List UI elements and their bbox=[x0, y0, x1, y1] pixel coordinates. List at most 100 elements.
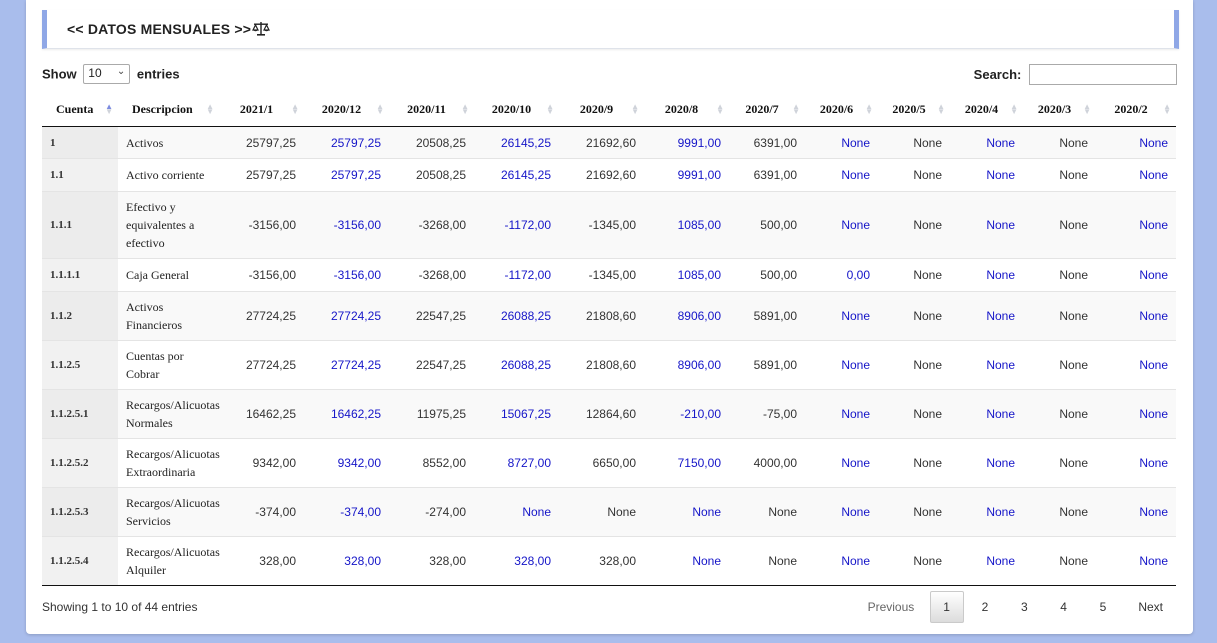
cell-value: 27724,25 bbox=[219, 340, 304, 390]
entries-length-select[interactable]: 10 ⌄ bbox=[83, 64, 131, 84]
cell-value: 22547,25 bbox=[389, 340, 474, 390]
column-header-month[interactable]: 2020/4 ▲ ▼ bbox=[950, 92, 1023, 127]
cell-value: -1345,00 bbox=[559, 258, 644, 292]
cell-value: None bbox=[878, 389, 950, 439]
cell-value: 16462,25 bbox=[219, 389, 304, 439]
cell-value: 27724,25 bbox=[219, 291, 304, 341]
main-card: << DATOS MENSUALES >> Show 10 ⌄ entries … bbox=[26, 0, 1193, 634]
cell-value: 9342,00 bbox=[304, 438, 389, 488]
cell-value: 5891,00 bbox=[729, 340, 805, 390]
page-button-4[interactable]: 4 bbox=[1046, 592, 1082, 622]
cell-value: -3156,00 bbox=[219, 191, 304, 259]
cell-value: None bbox=[1023, 340, 1096, 390]
column-header-month[interactable]: 2020/6 ▲ ▼ bbox=[805, 92, 878, 127]
cell-value: 9342,00 bbox=[219, 438, 304, 488]
sort-icon: ▲ ▼ bbox=[376, 102, 384, 116]
page-button-1[interactable]: 1 bbox=[929, 591, 964, 623]
cell-value: None bbox=[950, 258, 1023, 292]
cell-value: 8727,00 bbox=[474, 438, 559, 488]
cell-value: 328,00 bbox=[304, 536, 389, 586]
cell-value: None bbox=[805, 340, 878, 390]
column-header-month[interactable]: 2020/2 ▲ ▼ bbox=[1096, 92, 1176, 127]
cell-value: 26088,25 bbox=[474, 291, 559, 341]
cell-value: 27724,25 bbox=[304, 291, 389, 341]
cell-value: None bbox=[1096, 340, 1176, 390]
cell-value: 16462,25 bbox=[304, 389, 389, 439]
column-header-label: Descripcion bbox=[132, 101, 193, 116]
cell-value: None bbox=[950, 536, 1023, 586]
column-header-month[interactable]: 2020/10 ▲ ▼ bbox=[474, 92, 559, 127]
cell-value: -3268,00 bbox=[389, 258, 474, 292]
cell-value: 21808,60 bbox=[559, 291, 644, 341]
cell-value: None bbox=[1096, 126, 1176, 159]
cell-value: 9991,00 bbox=[644, 126, 729, 159]
cell-value: -3156,00 bbox=[304, 258, 389, 292]
next-page-button[interactable]: Next bbox=[1124, 592, 1177, 622]
cell-value: None bbox=[1096, 291, 1176, 341]
page-button-5[interactable]: 5 bbox=[1085, 592, 1121, 622]
column-header-label: 2020/8 bbox=[664, 101, 699, 116]
column-header-cuenta[interactable]: Cuenta ▲ ▼ bbox=[42, 92, 118, 127]
cell-value: None bbox=[1096, 536, 1176, 586]
page-button-3[interactable]: 3 bbox=[1006, 592, 1042, 622]
column-header-month[interactable]: 2020/8 ▲ ▼ bbox=[644, 92, 729, 127]
column-header-month[interactable]: 2020/12 ▲ ▼ bbox=[304, 92, 389, 127]
cell-cuenta: 1.1.2.5.3 bbox=[42, 487, 118, 537]
cell-value: None bbox=[950, 438, 1023, 488]
cell-value: 8552,00 bbox=[389, 438, 474, 488]
search-input[interactable] bbox=[1029, 64, 1177, 85]
entries-length-control: Show 10 ⌄ entries bbox=[42, 64, 180, 84]
cell-value: 6391,00 bbox=[729, 158, 805, 192]
cell-value: -1172,00 bbox=[474, 191, 559, 259]
cell-value: 15067,25 bbox=[474, 389, 559, 439]
column-header-month[interactable]: 2020/5 ▲ ▼ bbox=[878, 92, 950, 127]
cell-value: 8906,00 bbox=[644, 340, 729, 390]
column-header-month[interactable]: 2021/1 ▲ ▼ bbox=[219, 92, 304, 127]
sort-icon: ▲ ▼ bbox=[865, 102, 873, 116]
column-header-label: 2020/10 bbox=[491, 101, 532, 116]
cell-value: 6650,00 bbox=[559, 438, 644, 488]
cell-value: None bbox=[950, 158, 1023, 192]
column-header-month[interactable]: 2020/7 ▲ ▼ bbox=[729, 92, 805, 127]
cell-value: 21692,60 bbox=[559, 158, 644, 192]
sort-icon: ▲ ▼ bbox=[1163, 102, 1171, 116]
cell-value: 4000,00 bbox=[729, 438, 805, 488]
cell-descripcion: Activos Financieros bbox=[118, 291, 219, 341]
cell-value: None bbox=[474, 487, 559, 537]
cell-cuenta: 1.1.2.5.1 bbox=[42, 389, 118, 439]
cell-value: None bbox=[1023, 487, 1096, 537]
sort-icon: ▲ ▼ bbox=[546, 102, 554, 116]
cell-value: 328,00 bbox=[474, 536, 559, 586]
cell-value: None bbox=[805, 191, 878, 259]
table-row: 1.1.2.5.4 Recargos/Alicuotas Alquiler 328,… bbox=[42, 536, 1176, 586]
sort-icon: ▲ ▼ bbox=[461, 102, 469, 116]
column-header-month[interactable]: 2020/9 ▲ ▼ bbox=[559, 92, 644, 127]
cell-value: 26145,25 bbox=[474, 158, 559, 192]
page-button-2[interactable]: 2 bbox=[967, 592, 1003, 622]
cell-value: None bbox=[878, 340, 950, 390]
cell-descripcion: Cuentas por Cobrar bbox=[118, 340, 219, 390]
cell-value: None bbox=[950, 126, 1023, 159]
column-header-descripcion[interactable]: Descripcion ▲ ▼ bbox=[118, 92, 219, 127]
cell-value: 26145,25 bbox=[474, 126, 559, 159]
cell-descripcion: Recargos/Alicuotas Normales bbox=[118, 389, 220, 439]
table-row: 1.1.1 Efectivo y equivalentes a efectivo -… bbox=[42, 191, 1176, 259]
table-row: 1.1.2 Activos Financieros 27724,25 27724,25… bbox=[42, 291, 1176, 341]
previous-page-button[interactable]: Previous bbox=[856, 592, 927, 622]
cell-value: None bbox=[805, 438, 878, 488]
cell-value: 9991,00 bbox=[644, 158, 729, 192]
cell-value: None bbox=[729, 536, 805, 586]
cell-descripcion: Recargos/Alicuotas Extraordinaria bbox=[118, 438, 220, 488]
cell-cuenta: 1 bbox=[42, 126, 118, 159]
cell-value: None bbox=[805, 487, 878, 537]
cell-value: None bbox=[729, 487, 805, 537]
column-header-month[interactable]: 2020/3 ▲ ▼ bbox=[1023, 92, 1096, 127]
cell-value: None bbox=[950, 291, 1023, 341]
cell-value: None bbox=[1023, 536, 1096, 586]
cell-value: 26088,25 bbox=[474, 340, 559, 390]
cell-cuenta: 1.1.2.5 bbox=[42, 340, 118, 390]
cell-value: None bbox=[1096, 487, 1176, 537]
cell-cuenta: 1.1.1 bbox=[42, 191, 118, 259]
cell-value: -374,00 bbox=[219, 487, 304, 537]
column-header-month[interactable]: 2020/11 ▲ ▼ bbox=[389, 92, 474, 127]
